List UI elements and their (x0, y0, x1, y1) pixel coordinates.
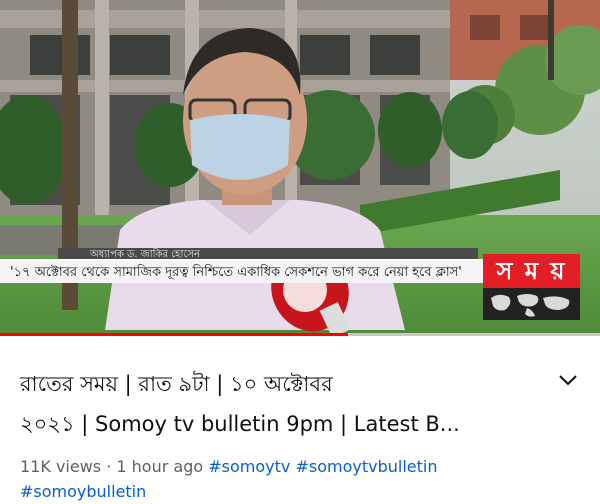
view-count: 11K views (20, 457, 102, 476)
hashtag-link[interactable]: #somoytv (208, 457, 290, 476)
video-player[interactable]: অধ্যাপক ড. জাকির হোসেন '১৭ অক্টোবর থেকে … (0, 0, 600, 335)
video-title[interactable]: রাতের সময় | রাত ৯টা | ১০ অক্টোবর ২০২১ |… (20, 364, 540, 444)
ticker-text: '১৭ অক্টোবর থেকে সামাজিক দূরত্ব নিশ্চিতে… (10, 265, 462, 280)
video-meta: 11K views · 1 hour ago #somoytv #somoytv… (20, 454, 580, 504)
progress-bar[interactable] (0, 333, 348, 336)
chevron-down-icon[interactable] (556, 368, 580, 392)
channel-logo: স ম য় (483, 254, 580, 320)
hashtag-link[interactable]: #somoybulletin (20, 482, 146, 501)
title-line-1: রাতের সময় | রাত ৯টা | ১০ অক্টোবর (20, 372, 333, 396)
upload-time: 1 hour ago (116, 457, 204, 476)
meta-separator: · (101, 457, 117, 476)
world-map-icon (483, 288, 580, 320)
title-line-2: ২০২১ | Somoy tv bulletin 9pm | Latest B.… (20, 412, 460, 436)
news-ticker: '১৭ অক্টোবর থেকে সামাজিক দূরত্ব নিশ্চিতে… (0, 259, 483, 283)
hashtag-link[interactable]: #somoytvbulletin (295, 457, 437, 476)
channel-logo-text: স ম য় (483, 254, 580, 288)
